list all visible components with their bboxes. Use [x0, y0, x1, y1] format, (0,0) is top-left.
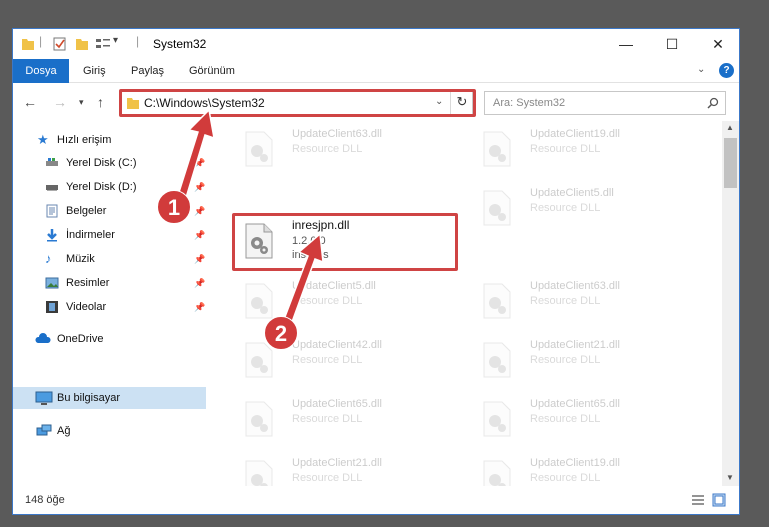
annotation-arrows [173, 108, 324, 334]
step-2-badge: 2 [264, 316, 298, 350]
step-1-badge: 1 [157, 190, 191, 224]
